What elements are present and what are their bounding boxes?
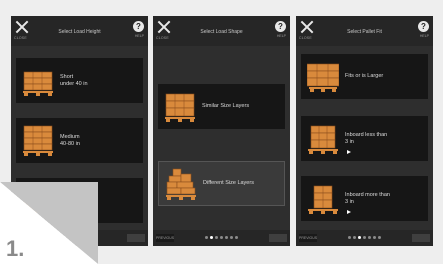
option-inboard-less-3in[interactable]: Inboard less than 3 in [301, 116, 428, 161]
option-title: Fits or is Larger [345, 73, 384, 79]
page-dot [348, 236, 351, 239]
page-dot [358, 236, 361, 239]
option-fits-or-larger[interactable]: Fits or is Larger [301, 54, 428, 99]
screen-footer: PREVIOUS [153, 230, 290, 246]
option-different-layers[interactable]: Different Size Layers [158, 161, 285, 206]
pallet-stack-icon [23, 125, 53, 156]
screen-pallet-fit: CLOSE Select Pallet Fit ? HELP Fits or i… [296, 16, 433, 246]
option-inboard-more-3in[interactable]: Inboard more than 3 in [301, 176, 428, 221]
close-label: CLOSE [299, 36, 312, 40]
page-dot [230, 236, 233, 239]
option-subtitle: 40-80 in [60, 140, 80, 147]
help-icon[interactable]: ? [418, 21, 429, 32]
option-title: Medium [60, 133, 80, 140]
step-number: 1. [6, 236, 25, 261]
option-title: Different Size Layers [203, 180, 254, 186]
help-label: HELP [419, 34, 429, 38]
page-dot [353, 236, 356, 239]
option-title: Inboard less than [345, 131, 388, 138]
arrow-icon [347, 150, 351, 154]
screen-header: CLOSE Select Pallet Fit ? HELP [296, 16, 433, 46]
screen-load-shape: CLOSE Select Load Shape ? HELP Similar S… [153, 16, 290, 246]
option-label: Medium 40-80 in [60, 118, 138, 163]
page-dot [225, 236, 228, 239]
next-button[interactable] [412, 234, 430, 242]
close-icon[interactable] [15, 20, 29, 34]
close-icon[interactable] [300, 20, 314, 34]
screen-title: Select Load Height [58, 29, 101, 35]
close-label: CLOSE [14, 36, 27, 40]
arrow-icon [347, 210, 351, 214]
pallet-stack-icon [23, 71, 53, 96]
help-label: HELP [276, 34, 286, 38]
screen-title: Select Load Shape [200, 29, 243, 35]
screen-header: CLOSE Select Load Height ? HELP [11, 16, 148, 46]
option-title: Inboard more than [345, 191, 390, 198]
option-label: Different Size Layers [203, 162, 281, 205]
option-subtitle: 3 in [345, 138, 354, 145]
option-subtitle: 3 in [345, 198, 354, 205]
page-dot [220, 236, 223, 239]
page-dot [235, 236, 238, 239]
option-title: Similar Size Layers [202, 103, 250, 109]
close-icon[interactable] [157, 20, 171, 34]
page-dot [373, 236, 376, 239]
page-dot [215, 236, 218, 239]
option-label: Fits or is Larger [345, 54, 423, 99]
option-label: Short under 40 in [60, 58, 138, 103]
option-title: Short [60, 73, 74, 80]
option-medium[interactable]: Medium 40-80 in [16, 118, 143, 163]
help-icon[interactable]: ? [133, 21, 144, 32]
pallet-stack-icon [308, 185, 338, 214]
pallet-stack-icon [166, 168, 196, 200]
page-dot [205, 236, 208, 239]
option-subtitle: under 40 in [60, 80, 88, 87]
pallet-stack-icon [165, 93, 195, 122]
next-button[interactable] [269, 234, 287, 242]
screen-title: Select Pallet Fit [347, 29, 382, 35]
page-dot [210, 236, 213, 239]
close-label: CLOSE [156, 36, 169, 40]
screen-header: CLOSE Select Load Shape ? HELP [153, 16, 290, 46]
screen-footer: PREVIOUS [296, 230, 433, 246]
next-button[interactable] [127, 234, 145, 242]
option-similar-layers[interactable]: Similar Size Layers [158, 84, 285, 129]
option-short[interactable]: Short under 40 in [16, 58, 143, 103]
pallet-stack-icon [307, 63, 339, 92]
page-dot [368, 236, 371, 239]
option-label: Inboard more than 3 in [345, 176, 423, 221]
option-label: Inboard less than 3 in [345, 116, 423, 161]
page-dot [378, 236, 381, 239]
help-label: HELP [134, 34, 144, 38]
help-icon[interactable]: ? [275, 21, 286, 32]
option-label: Similar Size Layers [202, 84, 280, 129]
page-dot [363, 236, 366, 239]
pallet-stack-icon [308, 125, 338, 154]
